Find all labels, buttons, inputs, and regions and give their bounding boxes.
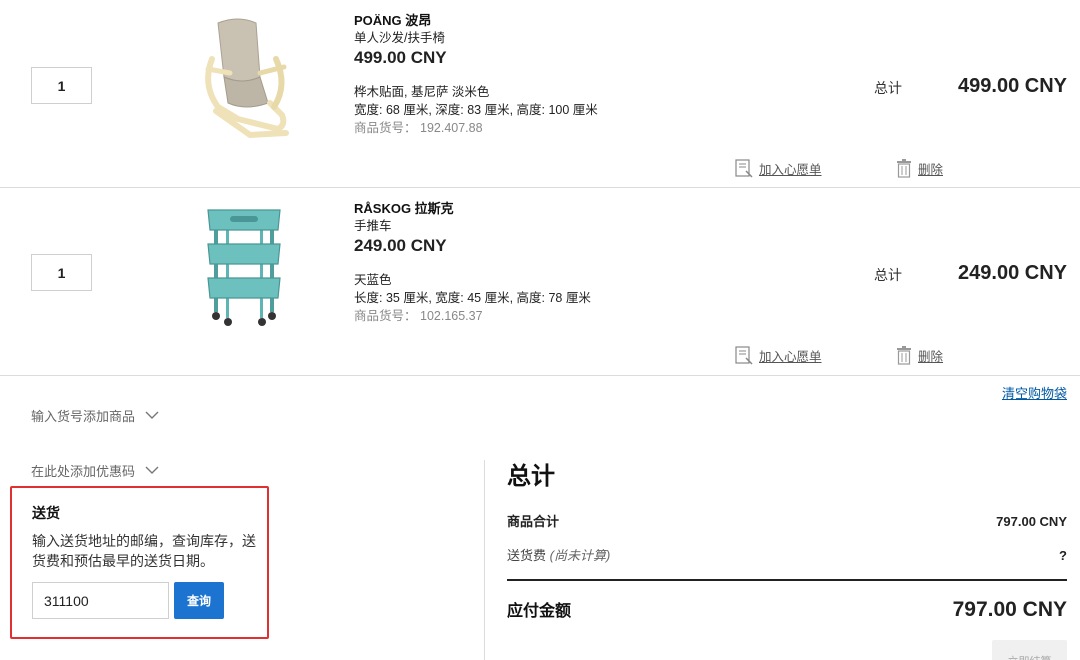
wishlist-label: 加入心愿单 [759,350,822,364]
shipping-note: (尚未计算) [549,548,611,563]
delivery-title: 送货 [32,505,60,521]
wishlist-icon [735,159,753,178]
summary-divider [484,460,485,660]
line-total: 249.00 CNY [958,262,1067,284]
shipping-label: 送货费 [507,548,547,563]
subtotal-row: 商品合计 797.00 CNY [507,513,1067,531]
shipping-row: 送货费 (尚未计算) ? [507,547,1067,565]
shipping-label-group: 送货费 (尚未计算) [507,547,610,565]
trash-icon [897,346,911,365]
unit-price: 249.00 CNY [354,236,447,255]
order-summary: 总计 商品合计 797.00 CNY 送货费 (尚未计算) ? 应付金额 797… [507,459,1067,622]
checkout-button[interactable]: 立即结算 [992,640,1067,660]
armchair-image[interactable] [190,15,300,140]
cart-item: POÄNG 波昂 单人沙发/扶手椅 499.00 CNY 桦木贴面, 基尼萨 淡… [0,0,1080,188]
summary-rule [507,579,1067,581]
line-total-label: 总计 [874,80,902,96]
wishlist-icon [735,346,753,365]
cart-item: RÅSKOG 拉斯克 手推车 249.00 CNY 天蓝色 长度: 35 厘米,… [0,188,1080,376]
product-info: RÅSKOG 拉斯克 手推车 249.00 CNY 天蓝色 长度: 35 厘米,… [354,200,714,325]
grand-total-label: 应付金额 [507,603,572,620]
product-category: 单人沙发/扶手椅 [354,31,445,45]
product-info: POÄNG 波昂 单人沙发/扶手椅 499.00 CNY 桦木贴面, 基尼萨 淡… [354,12,714,137]
product-category: 手推车 [354,219,392,233]
add-coupon-label: 在此处添加优惠码 [31,464,136,479]
product-color: 天蓝色 [354,273,392,287]
product-dimensions: 宽度: 68 厘米, 深度: 83 厘米, 高度: 100 厘米 [354,103,598,117]
add-by-article-expander[interactable]: 输入货号添加商品 [31,406,159,425]
remove-label: 删除 [918,163,944,177]
product-name[interactable]: RÅSKOG 拉斯克 [354,200,714,217]
product-color: 桦木贴面, 基尼萨 淡米色 [354,85,490,99]
zip-code-input[interactable] [32,582,169,619]
line-total-label: 总计 [874,267,902,283]
article-value: 102.165.37 [420,309,483,323]
article-label: 商品货号： [354,309,417,323]
article-number: 商品货号： 102.165.37 [354,307,714,325]
delivery-description: 输入送货地址的邮编，查询库存，送货费和预估最早的送货日期。 [32,533,256,569]
article-value: 192.407.88 [420,121,483,135]
summary-title: 总计 [507,463,555,490]
product-name[interactable]: POÄNG 波昂 [354,12,714,29]
grand-total-row: 应付金额 797.00 CNY [507,597,1067,622]
remove-button[interactable]: 删除 [896,346,943,365]
chevron-down-icon [145,466,159,474]
quantity-input[interactable] [31,67,92,104]
add-coupon-expander[interactable]: 在此处添加优惠码 [31,461,159,480]
trolley-image[interactable] [190,204,300,329]
grand-total-value: 797.00 CNY [952,598,1067,621]
add-to-wishlist-button[interactable]: 加入心愿单 [735,159,822,178]
remove-label: 删除 [918,350,944,364]
article-number: 商品货号： 192.407.88 [354,119,714,137]
wishlist-label: 加入心愿单 [759,163,822,177]
chevron-down-icon [145,411,159,419]
unit-price: 499.00 CNY [354,48,447,67]
trash-icon [897,159,911,178]
subtotal-label: 商品合计 [507,514,560,529]
delivery-panel: 送货 输入送货地址的邮编，查询库存，送货费和预估最早的送货日期。 查询 [10,486,269,639]
query-button[interactable]: 查询 [174,582,224,619]
line-total: 499.00 CNY [958,75,1067,97]
product-dimensions: 长度: 35 厘米, 宽度: 45 厘米, 高度: 78 厘米 [354,291,591,305]
clear-bag-link[interactable]: 清空购物袋 [1002,383,1067,402]
quantity-input[interactable] [31,254,92,291]
remove-button[interactable]: 删除 [896,159,943,178]
shipping-value: ? [1059,548,1067,563]
add-by-article-label: 输入货号添加商品 [31,409,136,424]
article-label: 商品货号： [354,121,417,135]
subtotal-value: 797.00 CNY [996,514,1067,529]
add-to-wishlist-button[interactable]: 加入心愿单 [735,346,822,365]
